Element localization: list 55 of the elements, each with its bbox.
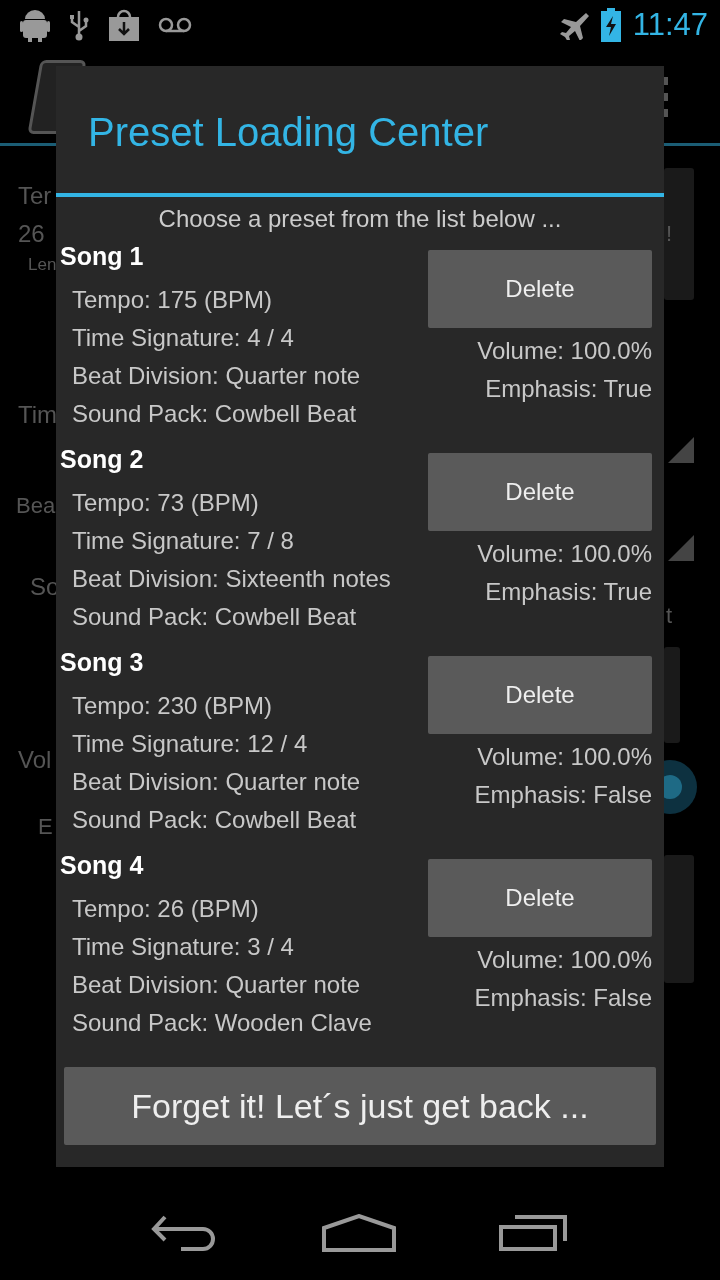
preset-detail: Sound Pack: Cowbell Beat (71, 399, 357, 429)
background-label: E (37, 816, 53, 838)
preset-name: Song 2 (60, 444, 144, 475)
back-button[interactable]: Forget it! Let´s just get back ... (64, 1067, 656, 1145)
delete-button[interactable]: Delete (428, 859, 652, 937)
preset-detail: Time Signature: 12 / 4 (71, 729, 308, 759)
preset-detail: Beat Division: Sixteenth notes (71, 564, 391, 594)
delete-button[interactable]: Delete (428, 656, 652, 734)
preset-detail: Beat Division: Quarter note (71, 361, 361, 391)
battery-charging-icon (600, 8, 621, 42)
background-label: ! (666, 223, 673, 245)
background-label: Bea (16, 495, 56, 517)
preset-detail: Tempo: 230 (BPM) (71, 691, 273, 721)
android-icon (20, 8, 50, 42)
preset-detail: Beat Division: Quarter note (71, 767, 361, 797)
dialog-title: Preset Loading Center (87, 109, 490, 156)
background-label: t (666, 605, 673, 627)
preset-name: Song 4 (60, 850, 144, 881)
dialog-subtitle: Choose a preset from the list below ... (157, 204, 563, 234)
spinner-corner-icon (668, 437, 694, 463)
preset-detail: Time Signature: 7 / 8 (71, 526, 294, 556)
preset-detail: Volume: 100.0% (477, 336, 652, 366)
background-label: Len (27, 256, 57, 273)
preset-detail: Emphasis: False (474, 983, 652, 1013)
preset-detail: Tempo: 26 (BPM) (71, 894, 259, 924)
preset-detail: Sound Pack: Cowbell Beat (71, 602, 357, 632)
preset-name: Song 1 (60, 241, 144, 272)
background-label: Ter (18, 184, 52, 208)
spinner-corner-icon (668, 535, 694, 561)
voicemail-icon (158, 17, 192, 33)
preset-detail: Tempo: 175 (BPM) (71, 285, 273, 315)
preset-name: Song 3 (60, 647, 144, 678)
background-label: Tim (18, 403, 58, 427)
usb-icon (68, 9, 90, 41)
airplane-icon (558, 10, 589, 40)
preset-detail: Sound Pack: Cowbell Beat (71, 805, 357, 835)
preset-detail: Sound Pack: Wooden Clave (71, 1008, 372, 1038)
background-label: Vol (18, 748, 52, 772)
clock-time: 11:47 (632, 7, 708, 43)
background-label: 26 (18, 222, 45, 246)
preset-detail: Volume: 100.0% (477, 742, 652, 772)
delete-button[interactable]: Delete (428, 250, 652, 328)
delete-button[interactable]: Delete (428, 453, 652, 531)
preset-detail: Emphasis: False (474, 780, 652, 810)
preset-detail: Time Signature: 3 / 4 (71, 932, 294, 962)
home-icon[interactable] (322, 1213, 396, 1252)
preset-detail: Emphasis: True (485, 374, 652, 404)
recent-apps-icon[interactable] (498, 1214, 569, 1251)
preset-detail: Volume: 100.0% (477, 539, 652, 569)
preset-detail: Volume: 100.0% (477, 945, 652, 975)
preset-detail: Tempo: 73 (BPM) (71, 488, 259, 518)
preset-detail: Emphasis: True (485, 577, 652, 607)
preset-detail: Beat Division: Quarter note (71, 970, 361, 1000)
preset-detail: Time Signature: 4 / 4 (71, 323, 294, 353)
download-icon (108, 9, 140, 41)
